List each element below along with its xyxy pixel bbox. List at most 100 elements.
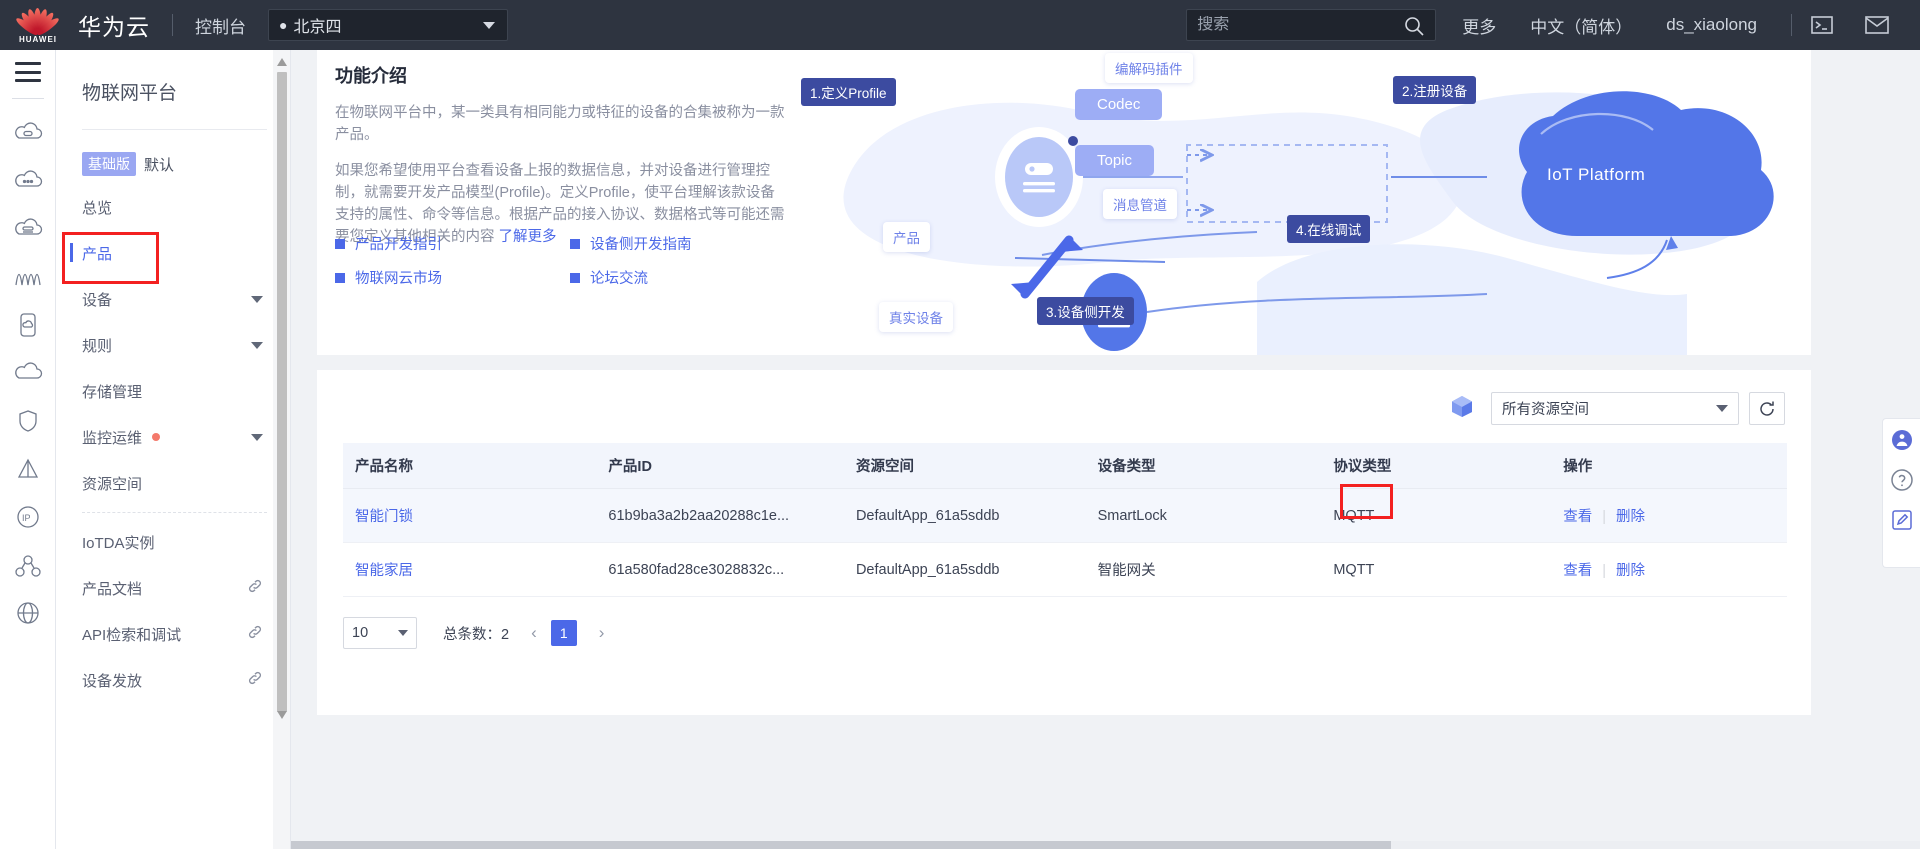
page-scrollbar[interactable] xyxy=(273,50,291,849)
next-page-button[interactable]: › xyxy=(599,623,605,643)
product-name-link[interactable]: 智能家居 xyxy=(355,563,413,579)
table-row[interactable]: 智能门锁 61b9ba3a2b2aa20288c1e... DefaultApp_6… xyxy=(343,488,1787,543)
global-search[interactable] xyxy=(1186,9,1437,42)
diagram-step1-badge: 1.定义Profile xyxy=(801,78,896,106)
search-icon[interactable] xyxy=(1403,15,1425,42)
instance-edition[interactable]: 基础版 默认 xyxy=(56,130,289,176)
table-toolbar: 所有资源空间 xyxy=(317,370,1811,425)
cloud-storage-icon[interactable] xyxy=(8,205,48,253)
intro-link-3[interactable]: 论坛交流 xyxy=(570,267,805,288)
ip-icon[interactable]: IP xyxy=(8,493,48,541)
cloud-icon[interactable] xyxy=(8,349,48,397)
product-table: 产品名称 产品ID 资源空间 设备类型 协议类型 操作 智能门锁 61b9ba3a2b2aa… xyxy=(343,443,1787,597)
external-link-icon xyxy=(247,624,263,644)
total-count-label: 总条数：2 xyxy=(443,623,509,644)
network-icon[interactable] xyxy=(8,541,48,589)
sidebar-item-label: 产品 xyxy=(82,245,113,263)
sidebar-item-label: 存储管理 xyxy=(82,383,143,401)
page-size-select[interactable]: 10 xyxy=(343,617,417,649)
shield-icon[interactable] xyxy=(8,397,48,445)
intro-link-1[interactable]: 设备侧开发指南 xyxy=(570,233,805,254)
mail-icon[interactable] xyxy=(1864,14,1890,36)
resource-space-cell: DefaultApp_61a5sddb xyxy=(843,542,1086,597)
sidebar-item-1[interactable]: 产品 xyxy=(56,230,289,276)
intro-link-0[interactable]: 产品开发指引 xyxy=(335,233,570,254)
diagram-step2-badge: 2.注册设备 xyxy=(1393,76,1477,104)
cloud-dots-icon[interactable] xyxy=(8,157,48,205)
horizontal-scrollbar-thumb[interactable] xyxy=(291,841,1391,849)
protocol-type-cell: MQTT xyxy=(1321,488,1552,543)
wave-icon[interactable] xyxy=(8,253,48,301)
device-type-cell: 智能网关 xyxy=(1085,542,1322,597)
view-action-link[interactable]: 查看 xyxy=(1563,509,1592,525)
sidebar-item-5[interactable]: 监控运维 xyxy=(56,414,289,460)
help-icon[interactable] xyxy=(1889,467,1915,493)
sidebar-secondary-item-2[interactable]: API检索和调试 xyxy=(56,611,289,657)
feedback-icon[interactable] xyxy=(1889,507,1915,533)
delete-action-link[interactable]: 删除 xyxy=(1616,563,1645,579)
device-type-cell: SmartLock xyxy=(1085,488,1322,543)
prev-page-button[interactable]: ‹ xyxy=(531,623,537,643)
intro-link-2[interactable]: 物联网云市场 xyxy=(335,267,570,288)
table-column-header-2: 资源空间 xyxy=(843,443,1086,489)
delete-action-link[interactable]: 删除 xyxy=(1616,509,1645,525)
scrollbar-thumb[interactable] xyxy=(277,72,287,712)
scroll-down-arrow[interactable] xyxy=(277,711,287,719)
sidebar-secondary-item-3[interactable]: 设备发放 xyxy=(56,657,289,703)
product-id-cell: 61a580fad28ce3028832c... xyxy=(596,542,844,597)
console-link[interactable]: 控制台 xyxy=(195,13,246,38)
page-number-1[interactable]: 1 xyxy=(550,620,577,646)
sidebar-item-3[interactable]: 规则 xyxy=(56,322,289,368)
diagram-topic-chip: Topic xyxy=(1075,145,1155,176)
terminal-icon[interactable] xyxy=(1810,14,1834,36)
total-count-value: 2 xyxy=(501,626,510,643)
chevron-down-icon[interactable] xyxy=(251,295,263,303)
menu-icon[interactable] xyxy=(14,62,41,82)
svg-text:IP: IP xyxy=(22,513,31,523)
header-divider xyxy=(172,14,173,36)
brand-name: 华为云 xyxy=(78,14,150,40)
view-action-link[interactable]: 查看 xyxy=(1563,563,1592,579)
product-name-link-cell: 智能家居 xyxy=(343,542,597,597)
language-selector[interactable]: 中文（简体） xyxy=(1530,13,1632,38)
resource-space-filter[interactable]: 所有资源空间 xyxy=(1491,392,1739,425)
sidebar-item-4[interactable]: 存储管理 xyxy=(56,368,289,414)
huawei-logo[interactable]: HUAWEI xyxy=(10,2,66,48)
notification-dot xyxy=(152,433,161,441)
chevron-down-icon[interactable] xyxy=(251,341,263,349)
sidebar-item-label: 规则 xyxy=(82,337,113,355)
horizontal-scrollbar[interactable] xyxy=(291,841,1920,849)
sidebar-secondary-item-0[interactable]: IoTDA实例 xyxy=(56,519,289,565)
refresh-button[interactable] xyxy=(1749,392,1785,425)
intro-link-label[interactable]: 论坛交流 xyxy=(590,267,648,288)
scroll-up-arrow[interactable] xyxy=(277,58,287,66)
globe-icon[interactable] xyxy=(8,589,48,637)
product-name-link-cell: 智能门锁 xyxy=(343,488,597,543)
resource-space-cell: DefaultApp_61a5sddb xyxy=(843,488,1086,543)
intro-link-label[interactable]: 物联网云市场 xyxy=(355,267,442,288)
diagram-platform-label: IoT Platform xyxy=(1547,165,1646,184)
support-icon[interactable] xyxy=(1889,427,1915,453)
sidebar-item-label: 总览 xyxy=(82,199,113,217)
cloud-server-icon[interactable] xyxy=(8,109,48,157)
search-input[interactable] xyxy=(1197,16,1398,34)
pagination: 10 总条数：2 ‹ 1 › xyxy=(343,617,1811,649)
chevron-down-icon[interactable] xyxy=(251,433,263,441)
chevron-down-icon xyxy=(483,21,495,29)
intro-link-label[interactable]: 设备侧开发指南 xyxy=(590,233,692,254)
product-name-link[interactable]: 智能门锁 xyxy=(355,509,413,525)
user-account[interactable]: ds_xiaolong xyxy=(1666,15,1757,35)
more-menu[interactable]: 更多 xyxy=(1462,13,1496,38)
location-pin-icon: ● xyxy=(279,17,288,33)
region-selector[interactable]: ● 北京四 xyxy=(268,9,508,41)
protocol-type: MQTT xyxy=(1333,507,1375,524)
table-row[interactable]: 智能家居 61a580fad28ce3028832c... DefaultApp_6… xyxy=(343,542,1787,597)
sidebar-item-0[interactable]: 总览 xyxy=(56,184,289,230)
intro-link-label[interactable]: 产品开发指引 xyxy=(355,233,442,254)
sidebar-secondary-item-1[interactable]: 产品文档 xyxy=(56,565,289,611)
sidebar-item-6[interactable]: 资源空间 xyxy=(56,460,289,506)
external-link-icon xyxy=(247,670,263,690)
triangle-icon[interactable] xyxy=(8,445,48,493)
sidebar-item-2[interactable]: 设备 xyxy=(56,276,289,322)
device-icon[interactable] xyxy=(8,301,48,349)
